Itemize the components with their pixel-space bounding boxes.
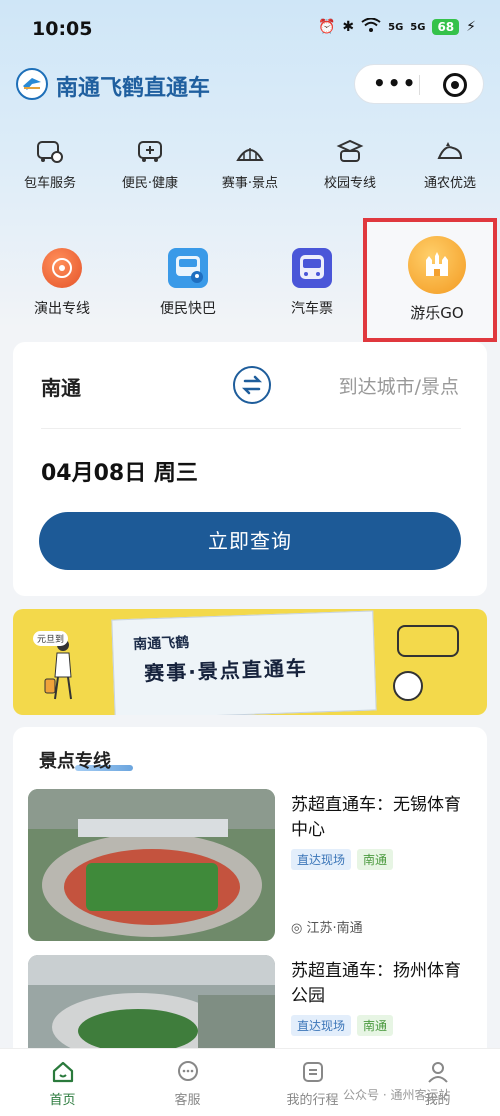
spots-title: 景点专线 — [39, 751, 111, 772]
top-nav: 包车服务 便民·健康 赛事·景点 校园专线 通农优选 — [0, 138, 500, 198]
tag-direct: 直达现场 — [291, 1015, 352, 1036]
target-icon[interactable] — [443, 73, 467, 97]
top-nav-item-farm[interactable]: 通农优选 — [400, 138, 500, 198]
charter-bus-icon — [35, 138, 65, 166]
stadium-photo — [28, 789, 275, 941]
tab-label: 客服 — [174, 1093, 201, 1108]
alarm-icon: ⏰ — [317, 19, 336, 35]
farm-icon — [435, 138, 465, 166]
charging-icon: ⚡ — [466, 19, 476, 35]
more-dots-icon[interactable]: ••• — [373, 71, 417, 95]
service-label: 游乐GO — [410, 304, 464, 322]
service-row: 演出专线 便民快巴 汽车票 游乐GO — [0, 236, 500, 330]
battery-icon: 68 — [432, 19, 460, 35]
banner-line1: 南通飞鹤 — [132, 634, 190, 653]
spot-tags: 直达现场 南通 — [291, 849, 394, 870]
top-nav-item-campus[interactable]: 校园专线 — [300, 138, 400, 198]
top-nav-label: 包车服务 — [23, 176, 76, 191]
top-nav-item-charter[interactable]: 包车服务 — [0, 138, 100, 198]
app-logo — [16, 68, 48, 100]
service-label: 便民快巴 — [160, 301, 216, 317]
tab-home[interactable]: 首页 — [0, 1049, 125, 1116]
tag-city: 南通 — [357, 1015, 394, 1036]
service-bus-ticket[interactable]: 汽车票 — [257, 248, 367, 318]
tab-itinerary[interactable]: 我的行程 — [250, 1049, 375, 1116]
traveler-illustration — [43, 637, 73, 703]
tag-city: 南通 — [357, 849, 394, 870]
spot-location-text: 江苏·南通 — [306, 921, 363, 936]
banner-stamp: 元旦到 — [33, 631, 69, 646]
top-nav-label: 赛事·景点 — [221, 176, 279, 191]
chat-icon — [175, 1059, 201, 1085]
express-bus-icon — [168, 248, 208, 288]
watermark: 公众号 · 通州客运站 — [343, 1088, 451, 1102]
campus-bus-icon — [335, 138, 365, 166]
signal-5g-icon-2: 5G — [410, 21, 426, 33]
service-performance[interactable]: 演出专线 — [7, 248, 117, 318]
location-pin-icon: ◎ — [291, 921, 303, 936]
banner-line2: 赛事·景点直通车 — [143, 655, 309, 686]
spot-item[interactable]: 苏超直通车：无锡体育中心 直达现场 南通 ◎ 江苏·南通 — [28, 789, 473, 941]
title-bar: 南通飞鹤直通车 ••• — [0, 60, 500, 108]
castle-icon — [408, 236, 466, 294]
card-divider — [41, 428, 461, 429]
bus-illustration — [397, 625, 459, 657]
swap-button[interactable] — [233, 366, 271, 404]
mini-program-capsule: ••• — [354, 64, 484, 104]
performance-icon — [42, 248, 82, 288]
spot-tags: 直达现场 南通 — [291, 1015, 394, 1036]
top-nav-label: 便民·健康 — [121, 176, 179, 191]
date-selector[interactable]: 04月08日 周三 — [41, 455, 198, 487]
service-label: 汽车票 — [291, 301, 333, 317]
tag-direct: 直达现场 — [291, 849, 352, 870]
spot-name: 苏超直通车：无锡体育中心 — [291, 795, 461, 840]
top-nav-label: 通农优选 — [423, 176, 476, 191]
top-nav-item-events[interactable]: 赛事·景点 — [200, 138, 300, 198]
signal-5g-icon: 5G — [388, 21, 404, 33]
tab-service[interactable]: 客服 — [125, 1049, 250, 1116]
query-button[interactable]: 立即查询 — [39, 512, 461, 570]
departure-city[interactable]: 南通 — [41, 372, 81, 401]
service-amusement-go[interactable]: 游乐GO — [382, 236, 492, 323]
profile-icon — [425, 1059, 451, 1085]
search-card: 南通 到达城市/景点 04月08日 周三 立即查询 — [13, 342, 487, 596]
service-express-bus[interactable]: 便民快巴 — [133, 248, 243, 318]
spot-location: ◎ 江苏·南通 — [291, 917, 363, 936]
itinerary-icon — [300, 1059, 326, 1085]
health-bus-icon — [135, 138, 165, 166]
top-nav-label: 校园专线 — [323, 176, 376, 191]
promo-banner[interactable]: 元旦到 南通飞鹤 赛事·景点直通车 — [13, 609, 487, 715]
stadium-photo — [28, 955, 275, 1057]
bus-ticket-icon — [292, 248, 332, 288]
spot-name: 苏超直通车：扬州体育公园 — [291, 961, 461, 1006]
status-time: 10:05 — [32, 18, 93, 40]
stadium-icon — [235, 138, 265, 166]
tab-profile[interactable]: 我的 — [375, 1049, 500, 1116]
spots-section: 景点专线 苏超直通车：无锡体育中心 直达现场 南通 ◎ 江苏·南通 苏超直通车：… — [13, 727, 487, 1057]
banner-card: 南通飞鹤 赛事·景点直通车 — [111, 610, 377, 715]
wifi-icon — [361, 17, 381, 36]
status-bar: 10:05 ⏰ ✱ 5G 5G 68 ⚡ — [0, 0, 500, 60]
capsule-divider — [419, 75, 420, 95]
swap-icon — [241, 375, 263, 395]
top-nav-item-health[interactable]: 便民·健康 — [100, 138, 200, 198]
tab-label: 首页 — [49, 1093, 76, 1108]
service-label: 演出专线 — [34, 301, 90, 317]
home-icon — [50, 1059, 76, 1085]
status-icons: ⏰ ✱ 5G 5G 68 ⚡ — [317, 17, 476, 36]
compass-icon — [393, 671, 423, 701]
app-title: 南通飞鹤直通车 — [56, 76, 211, 101]
tab-bar: 首页 客服 我的行程 我的 — [0, 1048, 500, 1116]
bluetooth-icon: ✱ — [342, 19, 355, 35]
destination-input[interactable]: 到达城市/景点 — [339, 372, 459, 399]
